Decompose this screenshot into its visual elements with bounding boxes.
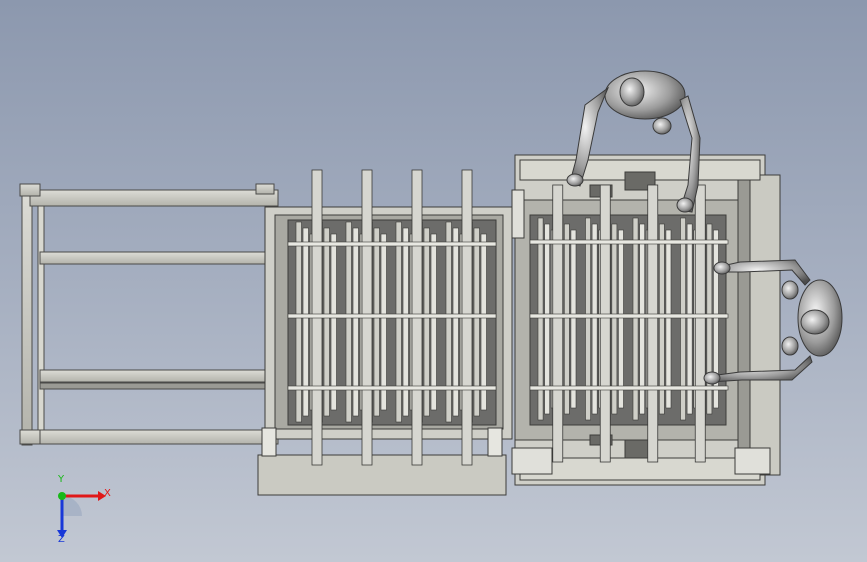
guide-post [647, 184, 659, 463]
cad-viewport[interactable]: X Y Z [0, 0, 867, 562]
cross-bar [287, 313, 497, 319]
left-frame [19, 183, 279, 446]
fin-plate [445, 221, 452, 423]
cross-bar [529, 313, 729, 319]
cross-bar [529, 385, 729, 391]
fin-plate [480, 233, 487, 411]
fin-plate [686, 223, 693, 415]
fin-plate [639, 223, 645, 415]
fin-plate [659, 223, 665, 415]
fin-plate [430, 233, 437, 411]
fin-plate [330, 233, 337, 411]
fin-plate [544, 223, 550, 415]
fin-plate [345, 221, 352, 423]
fin-plate [591, 223, 598, 415]
z-axis-label: Z [58, 534, 65, 545]
cross-bar [529, 239, 729, 245]
fin-plate [564, 223, 570, 415]
fin-plate [380, 233, 387, 411]
fin-plate [706, 223, 713, 415]
fin-plate [618, 229, 624, 409]
cross-bar [287, 241, 497, 247]
fin-plate [665, 229, 672, 409]
y-axis-label: Y [58, 474, 65, 485]
cross-bar [287, 385, 497, 391]
fin-plate [295, 221, 302, 423]
x-axis-label: X [104, 488, 111, 499]
guide-post [694, 184, 706, 463]
coordinate-triad: X Y Z [40, 474, 120, 550]
assembly-model[interactable] [0, 0, 867, 562]
fin-plate [611, 223, 618, 415]
guide-post [552, 184, 564, 463]
fin-plate [570, 229, 577, 409]
fin-plate [395, 221, 402, 423]
guide-post [599, 184, 611, 463]
